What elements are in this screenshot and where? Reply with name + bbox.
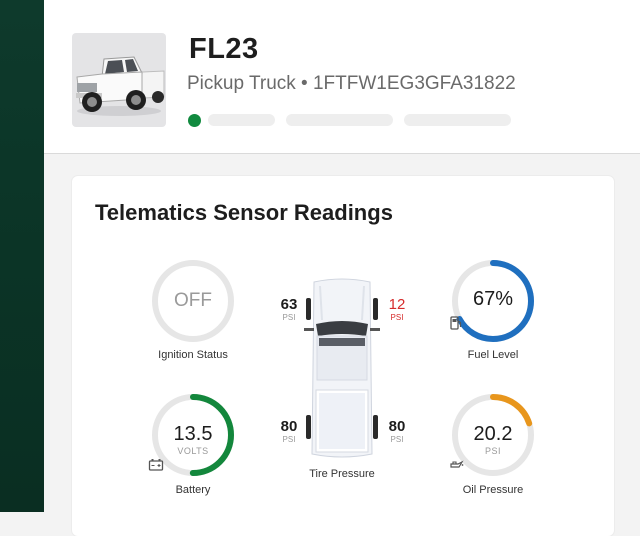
battery-gauge: 13.5 VOLTS bbox=[148, 390, 238, 480]
oil-unit: PSI bbox=[484, 446, 501, 456]
fuel-label: Fuel Level bbox=[467, 349, 519, 361]
tire-pressure-label: Tire Pressure bbox=[309, 468, 375, 480]
placeholder-pill bbox=[286, 114, 393, 126]
oil-pressure-gauge: 20.2 PSI bbox=[448, 390, 538, 480]
oil-value: 20.2 bbox=[473, 423, 513, 445]
ignition-gauge: OFF bbox=[148, 256, 238, 346]
tire-unit: PSI bbox=[390, 313, 404, 322]
tire-rear-right-value: 80 bbox=[388, 418, 406, 435]
tire-front-left-value: 63 bbox=[280, 296, 298, 313]
oil-pressure-label: Oil Pressure bbox=[462, 484, 524, 496]
tire-unit: PSI bbox=[390, 435, 404, 444]
vehicle-type: Pickup Truck bbox=[187, 73, 296, 94]
ignition-value: OFF bbox=[174, 290, 212, 311]
vehicle-photo bbox=[72, 33, 166, 127]
vehicle-name: FL23 bbox=[189, 33, 259, 65]
placeholder-pill bbox=[208, 114, 275, 126]
placeholder-pill bbox=[404, 114, 511, 126]
oil-can-icon bbox=[450, 460, 464, 468]
pickup-truck-image bbox=[76, 56, 165, 116]
battery-icon bbox=[148, 459, 164, 471]
fuel-value: 67% bbox=[472, 288, 514, 310]
fuel-gauge: 67% bbox=[448, 256, 538, 346]
tire-unit: PSI bbox=[282, 435, 296, 444]
card-title: Telematics Sensor Readings bbox=[95, 200, 393, 225]
subtitle-separator: • bbox=[301, 73, 308, 94]
fuel-pump-icon bbox=[450, 316, 462, 330]
tire-rear-left-value: 80 bbox=[280, 418, 298, 435]
vehicle-subtitle: Pickup Truck • 1FTFW1EG3GFA31822 bbox=[187, 73, 516, 95]
tire-unit: PSI bbox=[282, 313, 296, 322]
tire-front-right-value: 12 bbox=[388, 296, 406, 313]
battery-value: 13.5 bbox=[173, 423, 213, 445]
battery-label: Battery bbox=[175, 484, 211, 496]
sidebar bbox=[0, 0, 44, 512]
vehicle-header: FL23 Pickup Truck • 1FTFW1EG3GFA31822 bbox=[44, 0, 640, 154]
vehicle-vin: 1FTFW1EG3GFA31822 bbox=[312, 73, 516, 94]
battery-unit: VOLTS bbox=[177, 446, 209, 456]
ignition-label: Ignition Status bbox=[158, 349, 228, 361]
truck-top-view bbox=[304, 278, 380, 458]
telematics-card: Telematics Sensor Readings OFF Ignition … bbox=[72, 176, 614, 536]
status-indicator bbox=[188, 114, 201, 127]
